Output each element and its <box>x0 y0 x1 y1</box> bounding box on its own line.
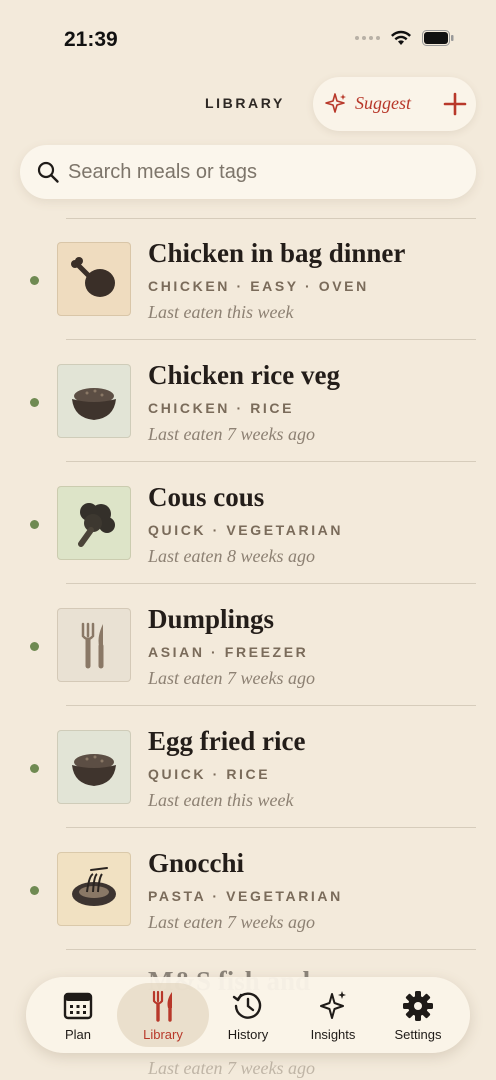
meal-tags: QUICK · VEGETARIAN <box>148 522 344 538</box>
active-dot <box>30 886 39 895</box>
meal-name: Chicken rice veg <box>148 360 340 390</box>
tab-plan[interactable]: Plan <box>34 977 122 1053</box>
drumstick-icon <box>71 257 115 297</box>
tab-library[interactable]: Library <box>119 977 207 1053</box>
fork-knife-icon <box>81 622 104 669</box>
battery-icon <box>422 30 454 46</box>
meal-thumbnail <box>57 242 131 316</box>
meal-last-eaten: Last eaten this week <box>148 790 294 810</box>
tab-label: Plan <box>64 1027 92 1042</box>
search-input[interactable] <box>68 157 448 187</box>
meal-thumbnail <box>57 730 131 804</box>
rice-bowl-icon <box>72 388 116 420</box>
tab-bar: Plan Library History Insights Settings <box>26 977 470 1053</box>
tab-settings[interactable]: Settings <box>374 977 462 1053</box>
fork-knife-icon <box>152 990 172 1022</box>
meal-name: Gnocchi <box>148 848 245 878</box>
meal-name: Dumplings <box>148 604 275 634</box>
active-dot <box>30 764 39 773</box>
rice-bowl-icon <box>72 754 116 786</box>
meal-row-chicken-in-bag-dinner[interactable]: Chicken in bag dinner CHICKEN · EASY · O… <box>0 218 496 340</box>
meal-last-eaten: Last eaten 8 weeks ago <box>148 546 315 566</box>
tab-insights[interactable]: Insights <box>289 977 377 1053</box>
meal-last-eaten: Last eaten 7 weeks ago <box>148 912 315 932</box>
meal-tags: ASIAN · FREEZER <box>148 644 309 660</box>
meal-tags: QUICK · RICE <box>148 766 271 782</box>
page-title: LIBRARY <box>205 95 285 111</box>
cellular-signal-icon <box>355 36 380 40</box>
meal-thumbnail <box>57 852 131 926</box>
meal-name: Cous cous <box>148 482 265 512</box>
sparkle-icon[interactable] <box>325 93 347 115</box>
calendar-icon <box>63 992 93 1020</box>
noodle-bowl-icon <box>72 867 116 906</box>
meal-last-eaten: Last eaten this week <box>148 302 294 322</box>
active-dot <box>30 520 39 529</box>
meal-last-eaten: Last eaten 7 weeks ago <box>148 424 315 444</box>
wifi-icon <box>391 30 411 45</box>
meal-last-eaten: Last eaten 7 weeks ago <box>148 668 315 688</box>
tab-label: History <box>227 1027 269 1042</box>
meal-tags: CHICKEN · EASY · OVEN <box>148 278 369 294</box>
tab-label: Insights <box>310 1027 356 1042</box>
tab-label: Library <box>143 1027 183 1042</box>
meal-row-egg-fried-rice[interactable]: Egg fried rice QUICK · RICE Last eaten t… <box>0 706 496 828</box>
active-dot <box>30 398 39 407</box>
add-meal-button[interactable] <box>443 92 467 116</box>
meal-thumbnail <box>57 364 131 438</box>
meal-row-dumplings[interactable]: Dumplings ASIAN · FREEZER Last eaten 7 w… <box>0 584 496 706</box>
meal-tags: PASTA · VEGETARIAN <box>148 888 343 904</box>
status-time: 21:39 <box>64 28 118 51</box>
meal-row-gnocchi[interactable]: Gnocchi PASTA · VEGETARIAN Last eaten 7 … <box>0 828 496 950</box>
meal-thumbnail <box>57 608 131 682</box>
meal-row-chicken-rice-veg[interactable]: Chicken rice veg CHICKEN · RICE Last eat… <box>0 340 496 462</box>
status-bar: 21:39 <box>0 0 496 80</box>
meal-tags: CHICKEN · RICE <box>148 400 295 416</box>
meal-thumbnail <box>57 486 131 560</box>
broccoli-icon <box>78 503 115 547</box>
divider <box>66 949 476 950</box>
suggest-button[interactable]: Suggest <box>355 93 411 114</box>
tab-history[interactable]: History <box>204 977 292 1053</box>
search-icon <box>37 161 59 183</box>
clock-history-icon <box>232 992 262 1019</box>
meal-row-cous-cous[interactable]: Cous cous QUICK · VEGETARIAN Last eaten … <box>0 462 496 584</box>
status-icons <box>355 30 454 46</box>
meal-name: Egg fried rice <box>148 726 306 756</box>
meal-last-eaten-partial: Last eaten 7 weeks ago <box>148 1058 315 1078</box>
meal-name: Chicken in bag dinner <box>148 238 406 268</box>
gear-icon <box>403 991 433 1021</box>
sparkles-icon <box>320 991 346 1019</box>
active-dot <box>30 642 39 651</box>
tab-label: Settings <box>394 1027 442 1042</box>
search-bar[interactable] <box>20 145 476 199</box>
active-dot <box>30 276 39 285</box>
